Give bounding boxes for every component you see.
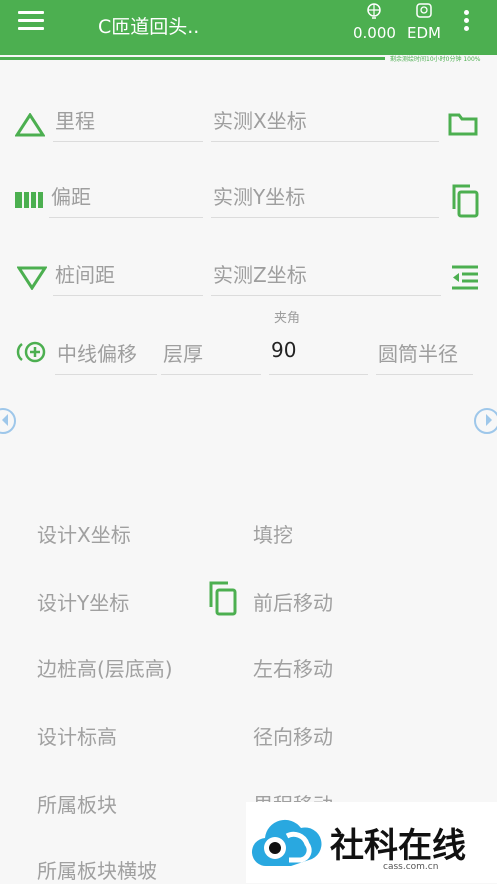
copy-icon[interactable]	[450, 183, 480, 219]
plate-slope-label: 所属板块横坡	[37, 859, 157, 883]
angle-field[interactable]: 90	[269, 334, 368, 375]
cloud-logo-icon	[251, 819, 322, 867]
design-x-label: 设计X坐标	[37, 523, 131, 547]
progress-line	[0, 57, 385, 60]
edge-pile-height-label: 边桩高(层底高)	[37, 657, 173, 681]
more-options-icon[interactable]	[464, 10, 470, 34]
menu-icon[interactable]	[18, 11, 44, 31]
cylinder-radius-field[interactable]: 圆筒半径	[376, 334, 473, 375]
copy-result-icon[interactable]	[207, 580, 239, 616]
layer-thickness-field[interactable]: 层厚	[161, 334, 261, 375]
page-title: C匝道回头..	[98, 16, 200, 38]
pile-spacing-field[interactable]: 桩间距	[53, 255, 203, 296]
plate-label: 所属板块	[37, 793, 117, 817]
satellite-icon[interactable]	[365, 2, 383, 20]
centerline-offset-field[interactable]: 中线偏移	[55, 334, 157, 375]
offset-field[interactable]: 偏距	[49, 177, 203, 218]
instrument-icon[interactable]	[415, 2, 433, 20]
chevron-left-icon	[2, 414, 8, 426]
watermark-text: 社科在线	[330, 826, 466, 866]
radial-move-label: 径向移动	[253, 725, 333, 749]
chevron-right-icon	[486, 414, 492, 426]
design-y-label: 设计Y坐标	[37, 591, 130, 615]
measured-z-field[interactable]: 实测Z坐标	[211, 255, 441, 296]
triangle-down-icon[interactable]	[17, 266, 47, 290]
measured-x-field[interactable]: 实测X坐标	[211, 101, 439, 142]
mileage-field[interactable]: 里程	[53, 101, 203, 142]
watermark-url: cass.com.cn	[383, 862, 439, 872]
barrier-icon[interactable]	[14, 190, 44, 210]
left-right-label: 左右移动	[253, 657, 333, 681]
front-back-label: 前后移动	[253, 591, 333, 615]
angle-label: 夹角	[274, 311, 301, 326]
remaining-time: 剩余测绘时间10小时0分钟 100%	[390, 56, 481, 63]
design-elevation-label: 设计标高	[37, 725, 117, 749]
fill-cut-label: 填挖	[253, 523, 293, 547]
folder-icon[interactable]	[448, 112, 478, 136]
indent-list-icon[interactable]	[450, 264, 480, 292]
edm-mode[interactable]: EDM	[407, 24, 441, 42]
triangle-up-icon[interactable]	[15, 113, 45, 137]
centerline-offset-icon[interactable]	[14, 340, 48, 364]
measured-y-field[interactable]: 实测Y坐标	[211, 177, 439, 218]
measure-value: 0.000	[353, 24, 396, 42]
